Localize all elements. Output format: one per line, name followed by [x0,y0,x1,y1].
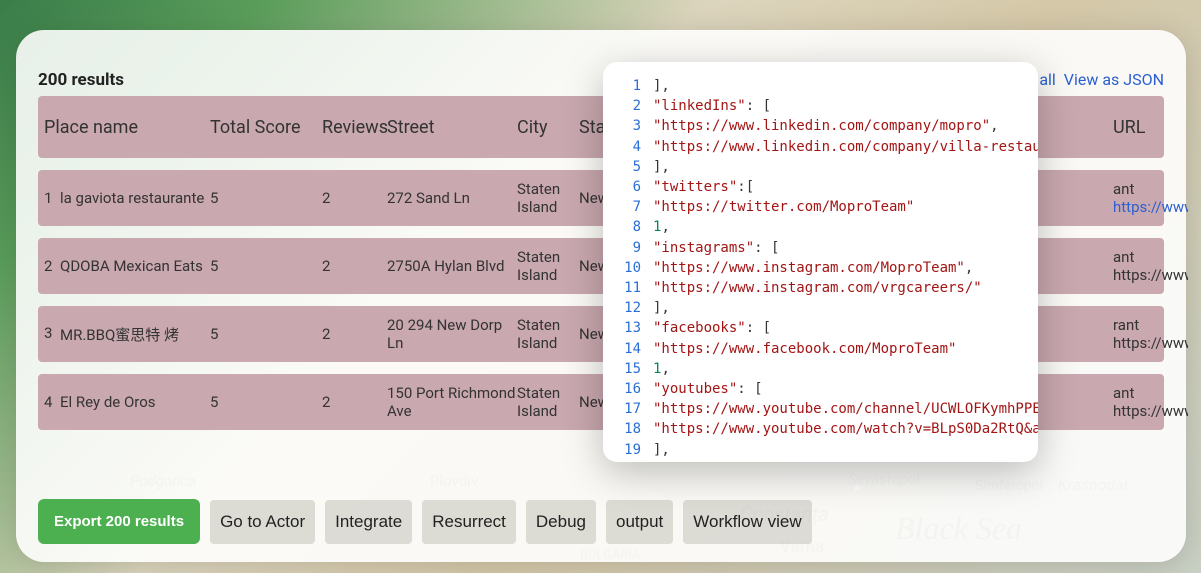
code-line: 18"https://www.youtube.com/watch?v=BLpS0… [611,419,1030,439]
line-number: 14 [611,339,641,359]
code-line: 9"instagrams": [ [611,238,1030,258]
line-number: 10 [611,258,641,278]
line-number: 19 [611,440,641,460]
cell-url: ant https://www.g...... [1113,180,1188,216]
cell-city: Staten Island [517,248,579,284]
output-button[interactable]: output [606,500,673,544]
resurrect-button[interactable]: Resurrect [422,500,516,544]
integrate-button[interactable]: Integrate [325,500,412,544]
col-url[interactable]: URL [1113,117,1188,138]
col-reviews[interactable]: Reviews [322,117,387,138]
code-line: 11"https://www.instagram.com/vrgcareers/… [611,278,1030,298]
cell-street: 20 294 New Dorp Ln [387,316,517,352]
line-number: 15 [611,359,641,379]
cell-score: 5 [210,189,322,207]
cell-city: Staten Island [517,180,579,216]
line-number: 5 [611,157,641,177]
debug-button[interactable]: Debug [526,500,596,544]
col-place-name[interactable]: Place name [44,117,210,138]
code-line: 10"https://www.instagram.com/MoproTeam", [611,258,1030,278]
url-link[interactable]: https://www.g...... [1113,198,1188,216]
view-as-label: View as [1064,70,1120,89]
cell-reviews: 2 [322,393,387,411]
line-number: 16 [611,379,641,399]
cell-place-name: 1la gaviota restaurante [44,189,210,207]
col-street[interactable]: Street [387,117,517,138]
line-number: 8 [611,217,641,237]
cell-place-name: 4El Rey de Oros [44,393,210,411]
cell-url: ant https://www.g...... [1113,384,1188,420]
code-line: 3"https://www.linkedin.com/company/mopro… [611,116,1030,136]
line-number: 7 [611,197,641,217]
cell-street: 150 Port Richmond Ave [387,384,517,420]
cell-reviews: 2 [322,257,387,275]
code-line: 1], [611,76,1030,96]
code-line: 2"linkedIns": [ [611,96,1030,116]
cell-place-name: 3MR.BBQ蜜思特 烤 [44,324,210,345]
cell-url: ant https://www.g...... [1113,248,1188,284]
code-line: 14"https://www.facebook.com/MoproTeam" [611,339,1030,359]
line-number: 11 [611,278,641,298]
header-links: all View as JSON [1039,70,1164,89]
code-line: 4"https://www.linkedin.com/company/villa… [611,137,1030,157]
cell-city: Staten Island [517,384,579,420]
line-number: 4 [611,137,641,157]
line-number: 17 [611,399,641,419]
results-count: 200 results [38,70,124,90]
code-line: 12], [611,298,1030,318]
cell-score: 5 [210,325,322,343]
go-to-actor-button[interactable]: Go to Actor [210,500,315,544]
line-number: 18 [611,419,641,439]
cell-street: 272 Sand Ln [387,189,517,207]
cell-score: 5 [210,393,322,411]
line-number: 6 [611,177,641,197]
cell-city: Staten Island [517,316,579,352]
col-city[interactable]: City [517,117,579,138]
code-line: 17"https://www.youtube.com/channel/UCWLO… [611,399,1030,419]
code-line: 13"facebooks": [ [611,318,1030,338]
code-line: 7"https://twitter.com/MoproTeam" [611,197,1030,217]
line-number: 12 [611,298,641,318]
cell-url: rant https://www.g...... [1113,316,1188,352]
view-json-link[interactable]: JSON [1123,70,1164,89]
cell-street: 2750A Hylan Blvd [387,257,517,275]
line-number: 3 [611,116,641,136]
code-line: 6"twitters":[ [611,177,1030,197]
cell-reviews: 2 [322,189,387,207]
code-line: 5], [611,157,1030,177]
cell-reviews: 2 [322,325,387,343]
line-number: 13 [611,318,641,338]
cell-place-name: 2QDOBA Mexican Eats [44,257,210,275]
export-button[interactable]: Export 200 results [38,499,200,544]
line-number: 1 [611,76,641,96]
code-line: 81, [611,217,1030,237]
cell-score: 5 [210,257,322,275]
line-number: 2 [611,96,641,116]
code-line: 16"youtubes": [ [611,379,1030,399]
code-line: 151, [611,359,1030,379]
col-total-score[interactable]: Total Score [210,117,322,138]
json-popover[interactable]: 1],2"linkedIns": [3"https://www.linkedin… [603,62,1038,462]
line-number: 9 [611,238,641,258]
toolbar: Export 200 results Go to Actor Integrate… [38,499,812,544]
workflow-view-button[interactable]: Workflow view [683,500,811,544]
code-line: 19], [611,440,1030,460]
view-all-link[interactable]: all [1039,70,1055,89]
